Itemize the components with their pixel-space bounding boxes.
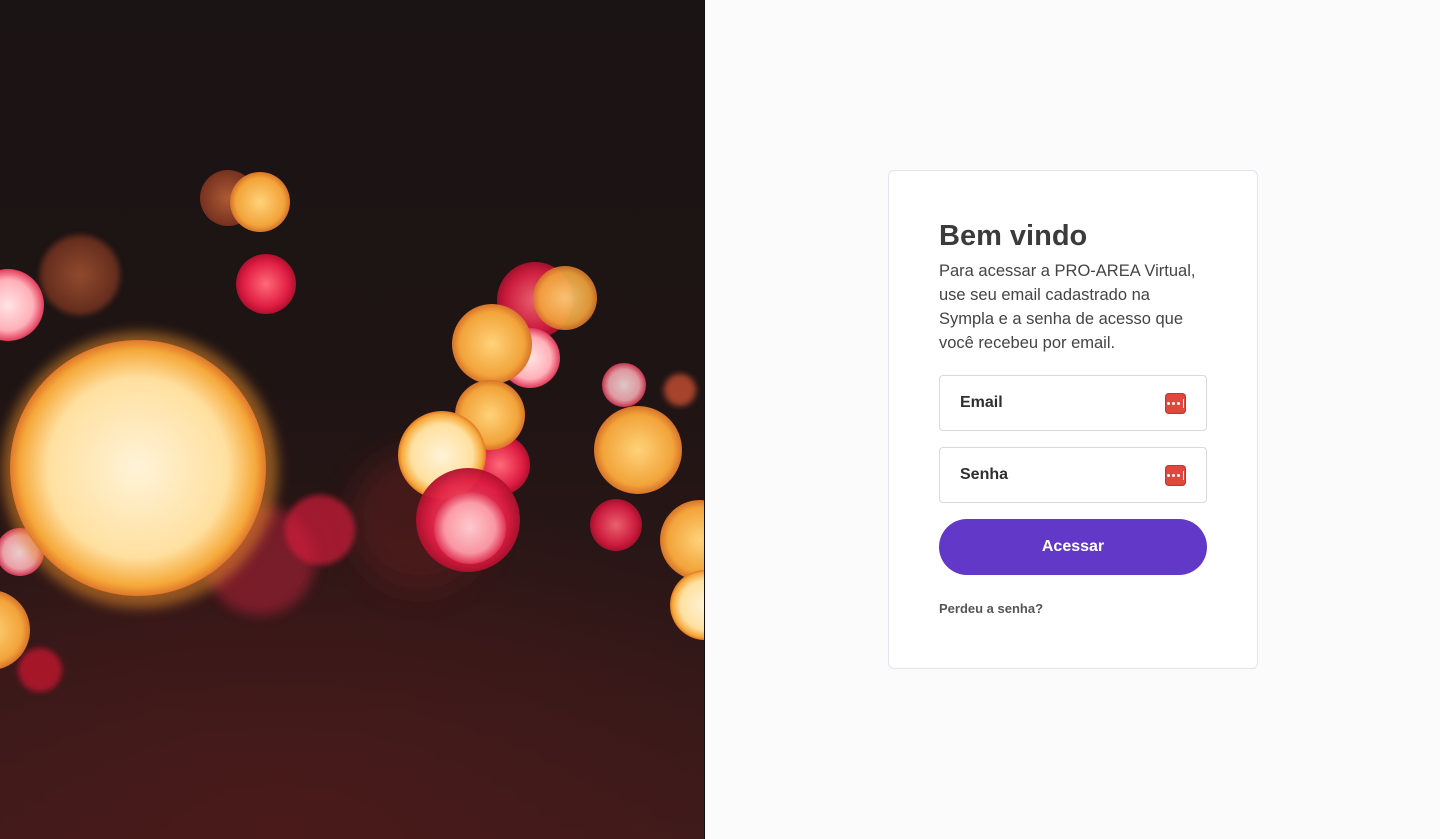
bokeh-lights-image bbox=[0, 170, 704, 692]
bokeh-light-large bbox=[10, 340, 266, 596]
hero-image bbox=[0, 0, 705, 839]
bokeh-light bbox=[664, 374, 696, 406]
bokeh-light bbox=[660, 500, 704, 580]
login-description: Para acessar a PRO-AREA Virtual, use seu… bbox=[939, 262, 1196, 352]
login-panel: Bem vindo Para acessar a PRO-AREA Virtua… bbox=[705, 0, 1440, 839]
bokeh-light bbox=[18, 648, 62, 692]
bokeh-light bbox=[0, 269, 44, 341]
bokeh-light bbox=[670, 570, 704, 640]
bokeh-light bbox=[602, 363, 646, 407]
password-field-label: Senha bbox=[960, 466, 1009, 483]
login-card: Bem vindo Para acessar a PRO-AREA Virtua… bbox=[888, 170, 1258, 669]
password-manager-icon[interactable] bbox=[1165, 392, 1186, 414]
bokeh-light bbox=[230, 172, 290, 232]
bokeh-light bbox=[236, 254, 296, 314]
bokeh-light bbox=[594, 406, 682, 494]
bokeh-light bbox=[434, 492, 506, 564]
forgot-password-link[interactable]: Perdeu a senha? bbox=[939, 601, 1043, 616]
bokeh-light bbox=[590, 499, 642, 551]
email-field-label: Email bbox=[960, 394, 1003, 411]
password-field[interactable]: Senha bbox=[939, 447, 1207, 503]
email-field[interactable]: Email bbox=[939, 375, 1207, 431]
password-manager-icon[interactable] bbox=[1165, 464, 1186, 486]
bokeh-light bbox=[452, 304, 532, 384]
submit-button[interactable]: Acessar bbox=[939, 519, 1207, 575]
bokeh-light bbox=[40, 235, 120, 315]
page-title: Bem vindo bbox=[939, 220, 1088, 252]
bokeh-light bbox=[285, 495, 355, 565]
bokeh-light bbox=[533, 266, 597, 330]
